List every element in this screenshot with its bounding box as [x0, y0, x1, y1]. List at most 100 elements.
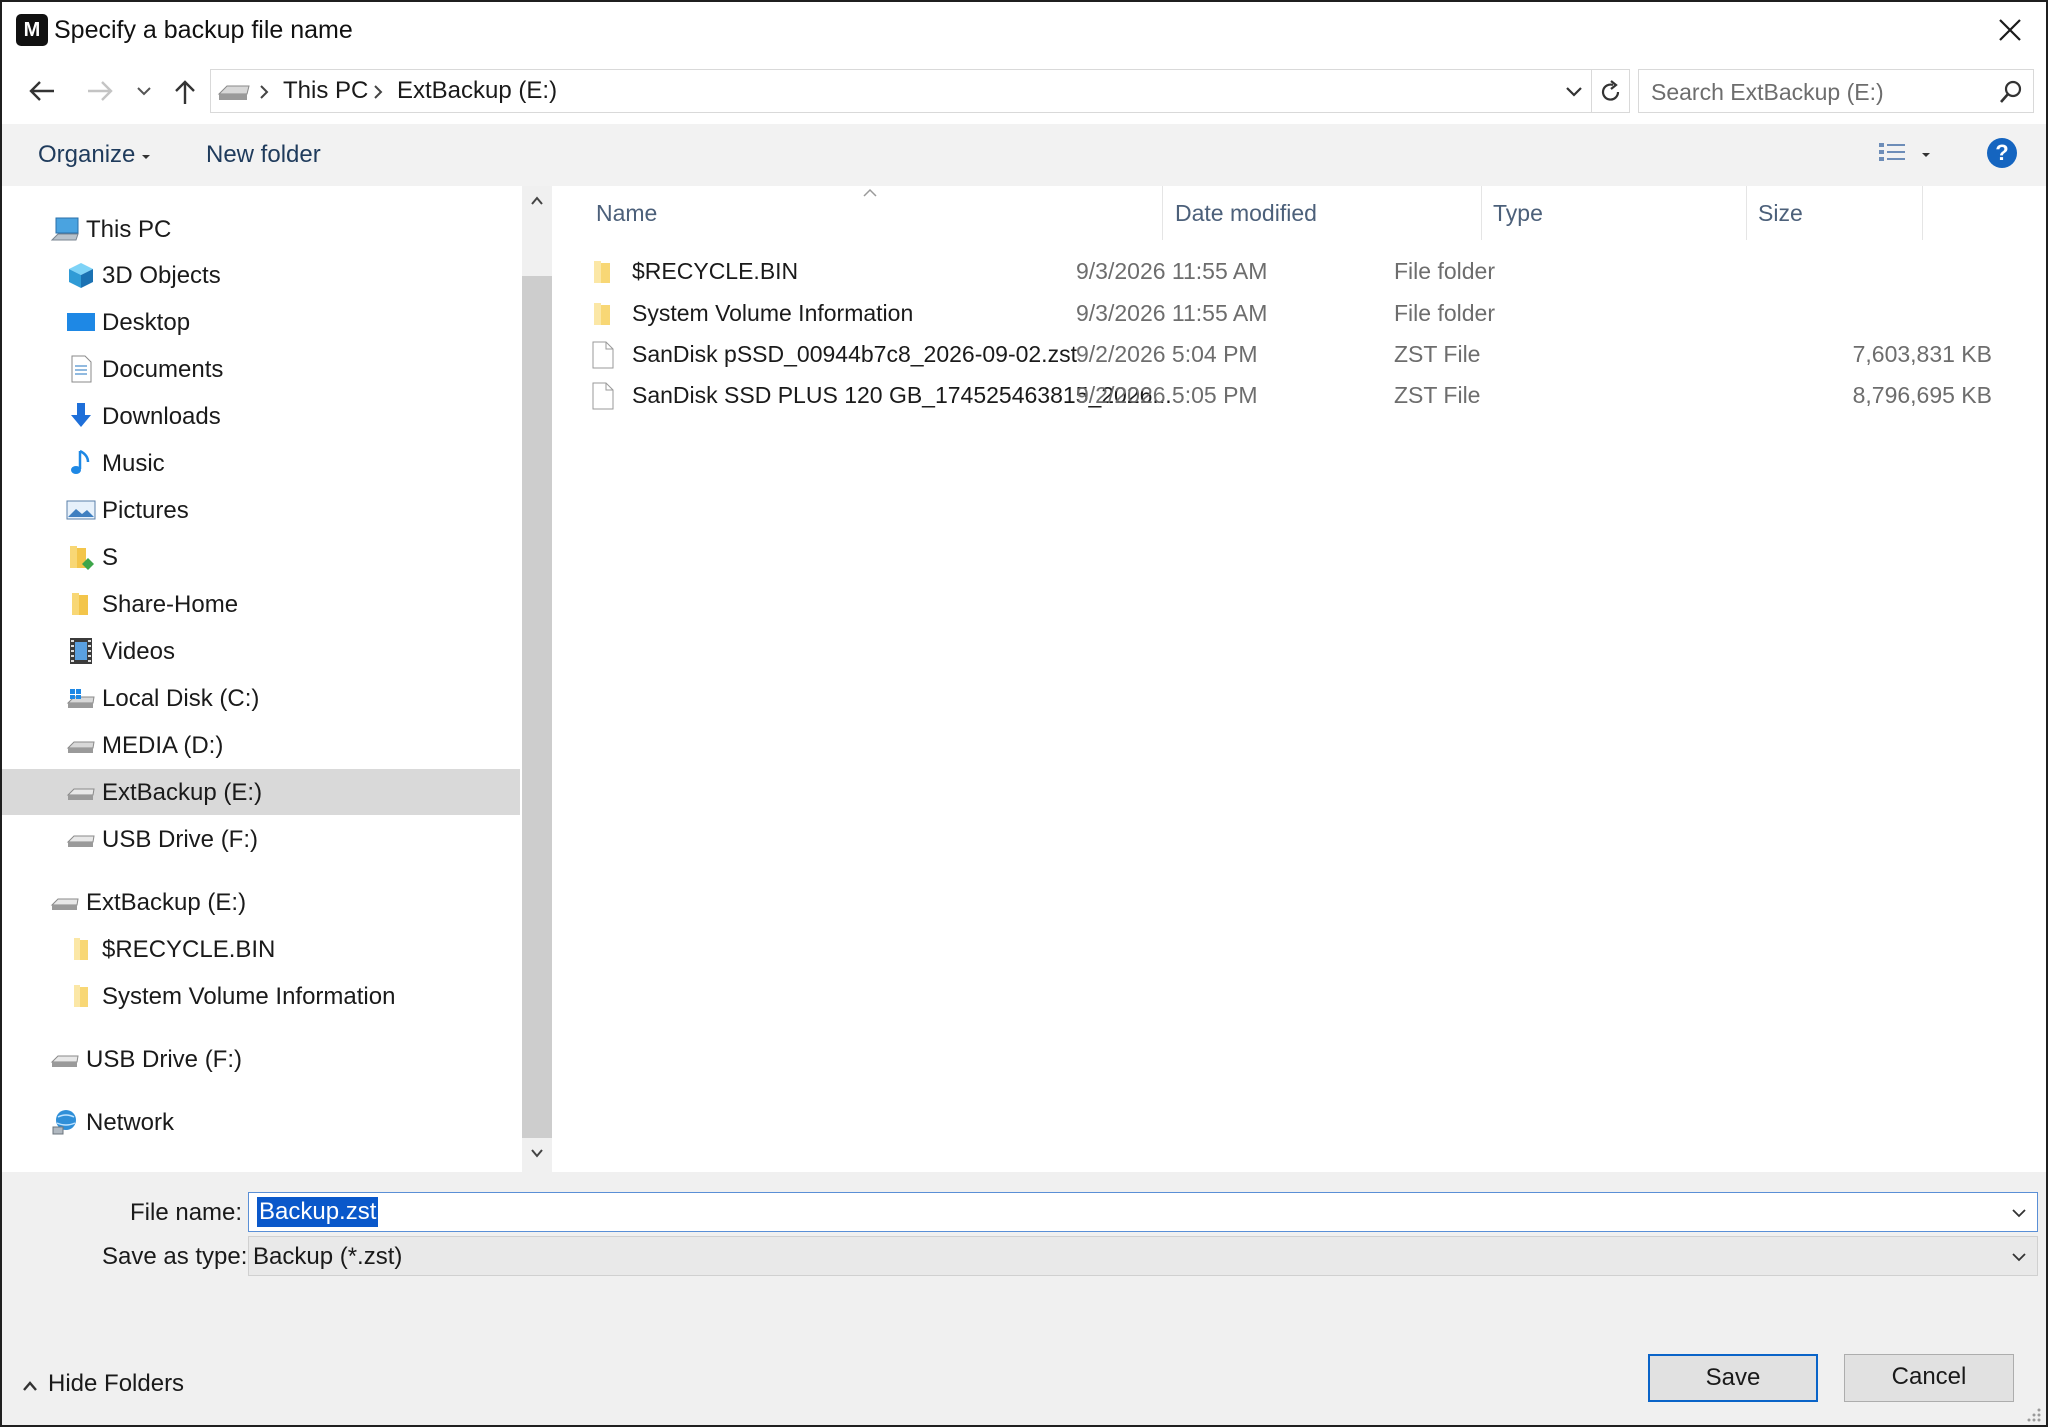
- tree-item-local-disk-c[interactable]: Local Disk (C:): [2, 675, 520, 721]
- tree-item-system-volume-information[interactable]: System Volume Information: [2, 973, 520, 1019]
- refresh-button[interactable]: [1592, 69, 1630, 113]
- tree-label: Downloads: [102, 403, 221, 430]
- organize-button[interactable]: Organize: [38, 141, 135, 169]
- tree-item-media-d[interactable]: MEDIA (D:): [2, 722, 520, 768]
- search-icon: [2000, 80, 2022, 103]
- tree-label: System Volume Information: [102, 983, 396, 1010]
- file-row[interactable]: System Volume Information 9/3/2026 11:55…: [576, 294, 2016, 334]
- view-details-icon[interactable]: [1878, 140, 1906, 166]
- tree-item-videos[interactable]: Videos: [2, 628, 520, 674]
- cancel-button[interactable]: Cancel: [1844, 1354, 2014, 1402]
- file-row[interactable]: SanDisk SSD PLUS 120 GB_174525463815_202…: [576, 376, 2016, 416]
- tree-item-3d-objects[interactable]: 3D Objects: [2, 252, 520, 298]
- dialog-title: Specify a backup file name: [54, 16, 353, 44]
- tree-label: Pictures: [102, 497, 189, 524]
- up-button[interactable]: [168, 72, 204, 110]
- file-size: 8,796,695 KB: [1852, 382, 1992, 408]
- chevron-up-icon[interactable]: [530, 196, 544, 206]
- folder-icon: [70, 546, 94, 570]
- file-icon: [592, 382, 614, 410]
- navigation-row: This PC ExtBackup (E:) Search ExtBackup …: [2, 64, 2046, 120]
- drive-icon: [50, 1055, 79, 1067]
- resize-grip-icon[interactable]: [2024, 1405, 2042, 1423]
- chevron-right-icon: [374, 85, 383, 99]
- folder-icon: [74, 938, 88, 960]
- column-header-date[interactable]: Date modified: [1175, 200, 1317, 227]
- tree-label: Documents: [102, 356, 224, 383]
- tree-item-downloads[interactable]: Downloads: [2, 393, 520, 439]
- column-header-name[interactable]: Name: [596, 200, 657, 227]
- local-disk-icon: [66, 689, 95, 708]
- recent-locations-button[interactable]: [130, 72, 158, 110]
- chevron-down-icon[interactable]: [2011, 1251, 2027, 1263]
- tree-item-documents[interactable]: Documents: [2, 346, 520, 392]
- tree-item-pictures[interactable]: Pictures: [2, 487, 520, 533]
- music-icon: [71, 449, 90, 474]
- column-divider[interactable]: [1481, 186, 1482, 240]
- chevron-down-icon[interactable]: [530, 1148, 544, 1158]
- chevron-up-icon: [23, 1381, 37, 1391]
- refresh-icon: [1601, 80, 1620, 101]
- save-as-type-label: Save as type:: [102, 1243, 248, 1270]
- file-date: 9/2/2026 5:05 PM: [1076, 382, 1258, 408]
- file-row[interactable]: SanDisk pSSD_00944b7c8_2026-09-02.zst 9/…: [576, 335, 2016, 375]
- file-type: File folder: [1394, 258, 1495, 284]
- tree-label: MEDIA (D:): [102, 732, 224, 759]
- save-button[interactable]: Save: [1648, 1354, 1818, 1402]
- tree-label: USB Drive (F:): [86, 1046, 242, 1073]
- 3d-objects-icon: [69, 263, 93, 288]
- column-header-size[interactable]: Size: [1758, 200, 1803, 227]
- tree-item-extbackup-e[interactable]: ExtBackup (E:): [2, 769, 520, 815]
- file-name-value: Backup.zst: [257, 1197, 379, 1227]
- tree-item-recycle-bin[interactable]: $RECYCLE.BIN: [2, 926, 520, 972]
- chevron-down-icon[interactable]: [2011, 1207, 2027, 1219]
- search-input[interactable]: Search ExtBackup (E:): [1638, 69, 2034, 113]
- address-bar[interactable]: This PC ExtBackup (E:): [210, 69, 1592, 113]
- back-button[interactable]: [24, 72, 60, 110]
- documents-icon: [71, 355, 92, 383]
- file-name: SanDisk pSSD_00944b7c8_2026-09-02.zst: [632, 341, 1077, 367]
- column-divider[interactable]: [1922, 186, 1923, 240]
- file-name-input[interactable]: Backup.zst: [248, 1192, 2038, 1232]
- tree-label: ExtBackup (E:): [86, 889, 247, 916]
- breadcrumb-extbackup[interactable]: ExtBackup (E:): [397, 77, 557, 105]
- navigation-scrollbar[interactable]: [522, 186, 552, 1172]
- computer-icon: [50, 217, 79, 241]
- tree-label: S: [102, 544, 119, 571]
- search-placeholder: Search ExtBackup (E:): [1651, 79, 1884, 105]
- tree-item-share-home[interactable]: Share-Home: [2, 581, 520, 627]
- folder-icon: [594, 303, 610, 325]
- tree-item-usb-drive-f[interactable]: USB Drive (F:): [2, 816, 520, 862]
- file-type: File folder: [1394, 300, 1495, 326]
- tree-item-network[interactable]: Network: [2, 1099, 520, 1145]
- tree-label: Network: [86, 1109, 175, 1136]
- save-as-type-select[interactable]: Backup (*.zst): [248, 1236, 2038, 1276]
- close-button[interactable]: [1976, 2, 2046, 60]
- forward-button[interactable]: [82, 72, 118, 110]
- column-divider[interactable]: [1746, 186, 1747, 240]
- scrollbar-thumb[interactable]: [522, 276, 552, 1138]
- tree-label: $RECYCLE.BIN: [102, 936, 276, 963]
- caret-down-icon[interactable]: [1921, 151, 1931, 159]
- tree-item-this-pc[interactable]: This PC: [2, 206, 520, 252]
- tree-item-usb-root[interactable]: USB Drive (F:): [2, 1036, 520, 1082]
- tree-item-music[interactable]: Music: [2, 440, 520, 486]
- navigation-pane: This PC 3D Objects Desktop Documents Dow…: [2, 186, 522, 1172]
- file-size: 7,603,831 KB: [1852, 341, 1992, 367]
- drive-icon: [50, 898, 79, 910]
- file-list: Name Date modified Type Size $RECYCLE.BI…: [554, 186, 2046, 1172]
- tree-item-s[interactable]: S: [2, 534, 520, 580]
- file-row[interactable]: $RECYCLE.BIN 9/3/2026 11:55 AM File fold…: [576, 252, 2016, 292]
- chevron-down-icon[interactable]: [1563, 82, 1585, 102]
- help-icon[interactable]: ?: [1987, 138, 2017, 168]
- hide-folders-label: Hide Folders: [48, 1370, 185, 1397]
- file-date: 9/3/2026 11:55 AM: [1076, 258, 1268, 284]
- file-name: System Volume Information: [632, 300, 914, 326]
- tree-item-extbackup-root[interactable]: ExtBackup (E:): [2, 879, 520, 925]
- column-header-type[interactable]: Type: [1493, 200, 1543, 227]
- file-type: ZST File: [1394, 341, 1481, 367]
- tree-item-desktop[interactable]: Desktop: [2, 299, 520, 345]
- column-divider[interactable]: [1162, 186, 1163, 240]
- new-folder-button[interactable]: New folder: [206, 141, 321, 169]
- breadcrumb-this-pc[interactable]: This PC: [283, 77, 368, 105]
